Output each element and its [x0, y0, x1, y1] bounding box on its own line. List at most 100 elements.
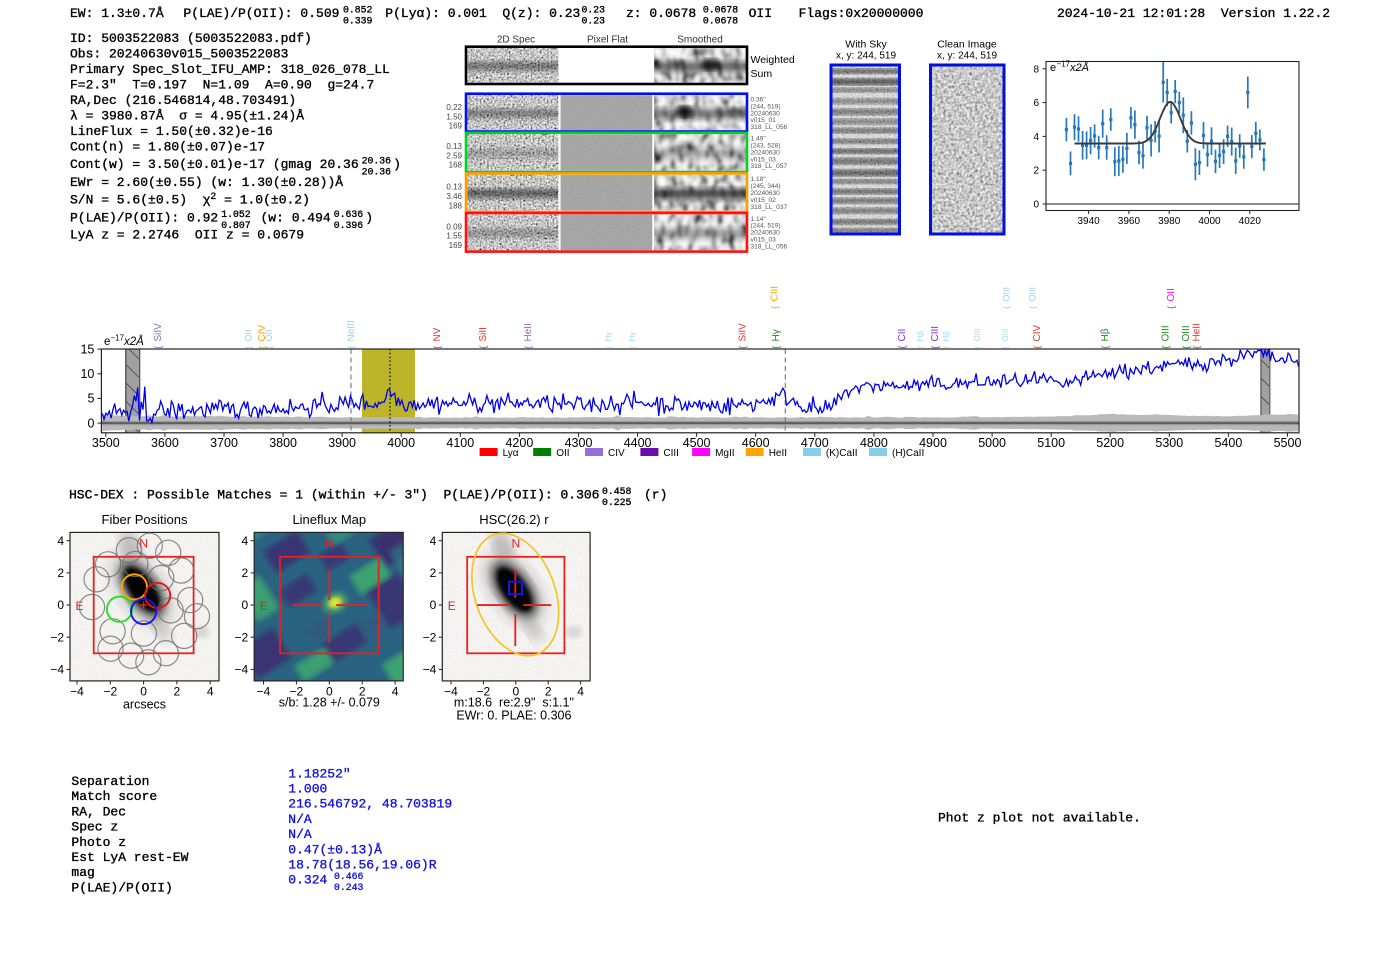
svg-text:LyA z = 2.2746 OII z = 0.0679: LyA z = 2.2746 OII z = 0.0679 — [70, 228, 304, 243]
svg-text:0.22: 0.22 — [446, 103, 462, 112]
svg-text:Hγ: Hγ — [604, 332, 613, 342]
svg-text:2.59: 2.59 — [446, 151, 462, 160]
svg-text:CIII: CIII — [663, 448, 679, 459]
svg-text:5400: 5400 — [1214, 436, 1242, 450]
svg-text:CIII: CIII — [770, 286, 781, 302]
svg-text:{: { — [1002, 306, 1012, 309]
svg-text:−17: −17 — [1057, 60, 1071, 69]
svg-text:HSC-DEX : Possible Matches = 1: HSC-DEX : Possible Matches = 1 (within +… — [69, 488, 600, 503]
svg-text:216.546792, 48.703819: 216.546792, 48.703819 — [288, 797, 452, 812]
svg-text:4: 4 — [242, 534, 249, 548]
svg-text:0.47(±0.13)Å: 0.47(±0.13)Å — [288, 842, 382, 857]
svg-text:−2: −2 — [103, 685, 117, 699]
svg-text:0.324: 0.324 — [288, 873, 327, 888]
svg-text:CIV: CIV — [1032, 325, 1043, 342]
svg-text:RA, Dec: RA, Dec — [71, 804, 126, 819]
svg-text:Hγ: Hγ — [771, 329, 782, 341]
svg-text:1.000: 1.000 — [288, 782, 327, 797]
svg-text:0: 0 — [242, 598, 249, 612]
svg-text:{: { — [738, 346, 749, 349]
svg-text:With Sky: With Sky — [845, 39, 887, 51]
svg-text:{: { — [930, 346, 941, 349]
svg-text:N/A: N/A — [288, 827, 312, 842]
svg-text:x2Å: x2Å — [123, 335, 144, 348]
svg-text:{: { — [771, 346, 782, 349]
svg-text:{: { — [1192, 346, 1203, 349]
svg-text:−4: −4 — [423, 663, 437, 677]
svg-text:arcsecs: arcsecs — [123, 698, 166, 712]
svg-text:EWr = 2.60(±0.55) (w: 1.30(±0.: EWr = 2.60(±0.55) (w: 1.30(±0.28))Å — [70, 175, 343, 190]
svg-text:E: E — [260, 599, 268, 613]
svg-text:4: 4 — [430, 534, 437, 548]
svg-text:{: { — [942, 346, 951, 349]
svg-text:OII: OII — [264, 329, 274, 341]
svg-text:OIII: OIII — [1001, 329, 1010, 342]
svg-text:318_LL_037: 318_LL_037 — [751, 204, 788, 211]
svg-text:5500: 5500 — [1274, 436, 1302, 450]
svg-text:1.50: 1.50 — [446, 112, 462, 121]
svg-text:{: { — [153, 346, 164, 349]
svg-text:{: { — [523, 346, 534, 349]
svg-text:188: 188 — [449, 201, 463, 210]
svg-text:−4: −4 — [50, 663, 64, 677]
svg-text:N: N — [511, 537, 520, 551]
svg-text:4000: 4000 — [1198, 216, 1221, 227]
svg-text:2: 2 — [57, 566, 64, 580]
svg-text:): ) — [365, 211, 373, 226]
svg-text:{: { — [916, 346, 925, 349]
svg-text:318_LL_056: 318_LL_056 — [751, 124, 788, 131]
svg-text:10: 10 — [80, 367, 94, 381]
svg-text:e: e — [104, 336, 110, 348]
svg-text:0: 0 — [1033, 200, 1039, 211]
svg-text:3980: 3980 — [1158, 216, 1181, 227]
svg-text:{: { — [1161, 346, 1172, 349]
svg-text:HSC(26.2) r: HSC(26.2) r — [479, 512, 549, 527]
svg-text:3.46: 3.46 — [446, 192, 462, 201]
svg-text:−4: −4 — [235, 663, 249, 677]
svg-text:20.36: 20.36 — [362, 155, 392, 166]
svg-text:5200: 5200 — [1096, 436, 1124, 450]
svg-text:1.052: 1.052 — [221, 209, 251, 220]
svg-text:N: N — [139, 537, 148, 551]
svg-text:0.339: 0.339 — [343, 15, 373, 26]
svg-text:SiIV: SiIV — [153, 323, 164, 342]
svg-text:5100: 5100 — [1037, 436, 1065, 450]
svg-text:−4: −4 — [70, 685, 84, 699]
svg-text:0: 0 — [430, 598, 437, 612]
svg-text:= 1.0(±0.2): = 1.0(±0.2) — [216, 193, 310, 208]
svg-text:Hβ: Hβ — [916, 331, 925, 342]
svg-text:4400: 4400 — [624, 436, 652, 450]
svg-text:{: { — [264, 346, 274, 349]
svg-text:4600: 4600 — [742, 436, 770, 450]
svg-text:0.0678: 0.0678 — [703, 15, 738, 26]
svg-text:0.23: 0.23 — [582, 4, 606, 15]
svg-text:0.636: 0.636 — [334, 209, 364, 220]
svg-text:0.225: 0.225 — [602, 497, 632, 508]
svg-text:Obs: 20240630v015_5003522083: Obs: 20240630v015_5003522083 — [70, 47, 288, 62]
svg-text:OIII: OIII — [1181, 325, 1192, 341]
svg-text:ID: 5003522083 (5003522083.pdf: ID: 5003522083 (5003522083.pdf) — [70, 31, 312, 46]
svg-text:{: { — [1001, 346, 1010, 349]
svg-text:OIII: OIII — [1028, 287, 1038, 302]
svg-text:3600: 3600 — [151, 436, 179, 450]
svg-text:1.55: 1.55 — [446, 232, 462, 241]
svg-text:5000: 5000 — [978, 436, 1006, 450]
svg-text:Weighted: Weighted — [751, 54, 795, 66]
svg-text:2D Spec: 2D Spec — [497, 35, 535, 46]
svg-text:x, y: 244, 519: x, y: 244, 519 — [836, 51, 896, 62]
svg-text:NeIII: NeIII — [346, 320, 357, 341]
svg-text:P(LAE)/P(OII): 0.509: P(LAE)/P(OII): 0.509 — [183, 6, 339, 21]
svg-text:EW: 1.3±0.7Å: EW: 1.3±0.7Å — [70, 6, 164, 21]
svg-text:5300: 5300 — [1155, 436, 1183, 450]
svg-text:Photo z: Photo z — [71, 835, 126, 850]
svg-text:4700: 4700 — [801, 436, 829, 450]
svg-text:0.458: 0.458 — [602, 486, 632, 497]
svg-text:3800: 3800 — [269, 436, 297, 450]
svg-text:EWr: 0. PLAE: 0.306: EWr: 0. PLAE: 0.306 — [456, 709, 571, 723]
svg-text:{: { — [1032, 346, 1043, 349]
svg-text:mag: mag — [71, 865, 94, 880]
svg-text:0.396: 0.396 — [334, 220, 364, 231]
svg-text:2: 2 — [174, 685, 181, 699]
svg-text:{: { — [478, 346, 489, 349]
svg-text:318_LL_056: 318_LL_056 — [751, 243, 788, 250]
